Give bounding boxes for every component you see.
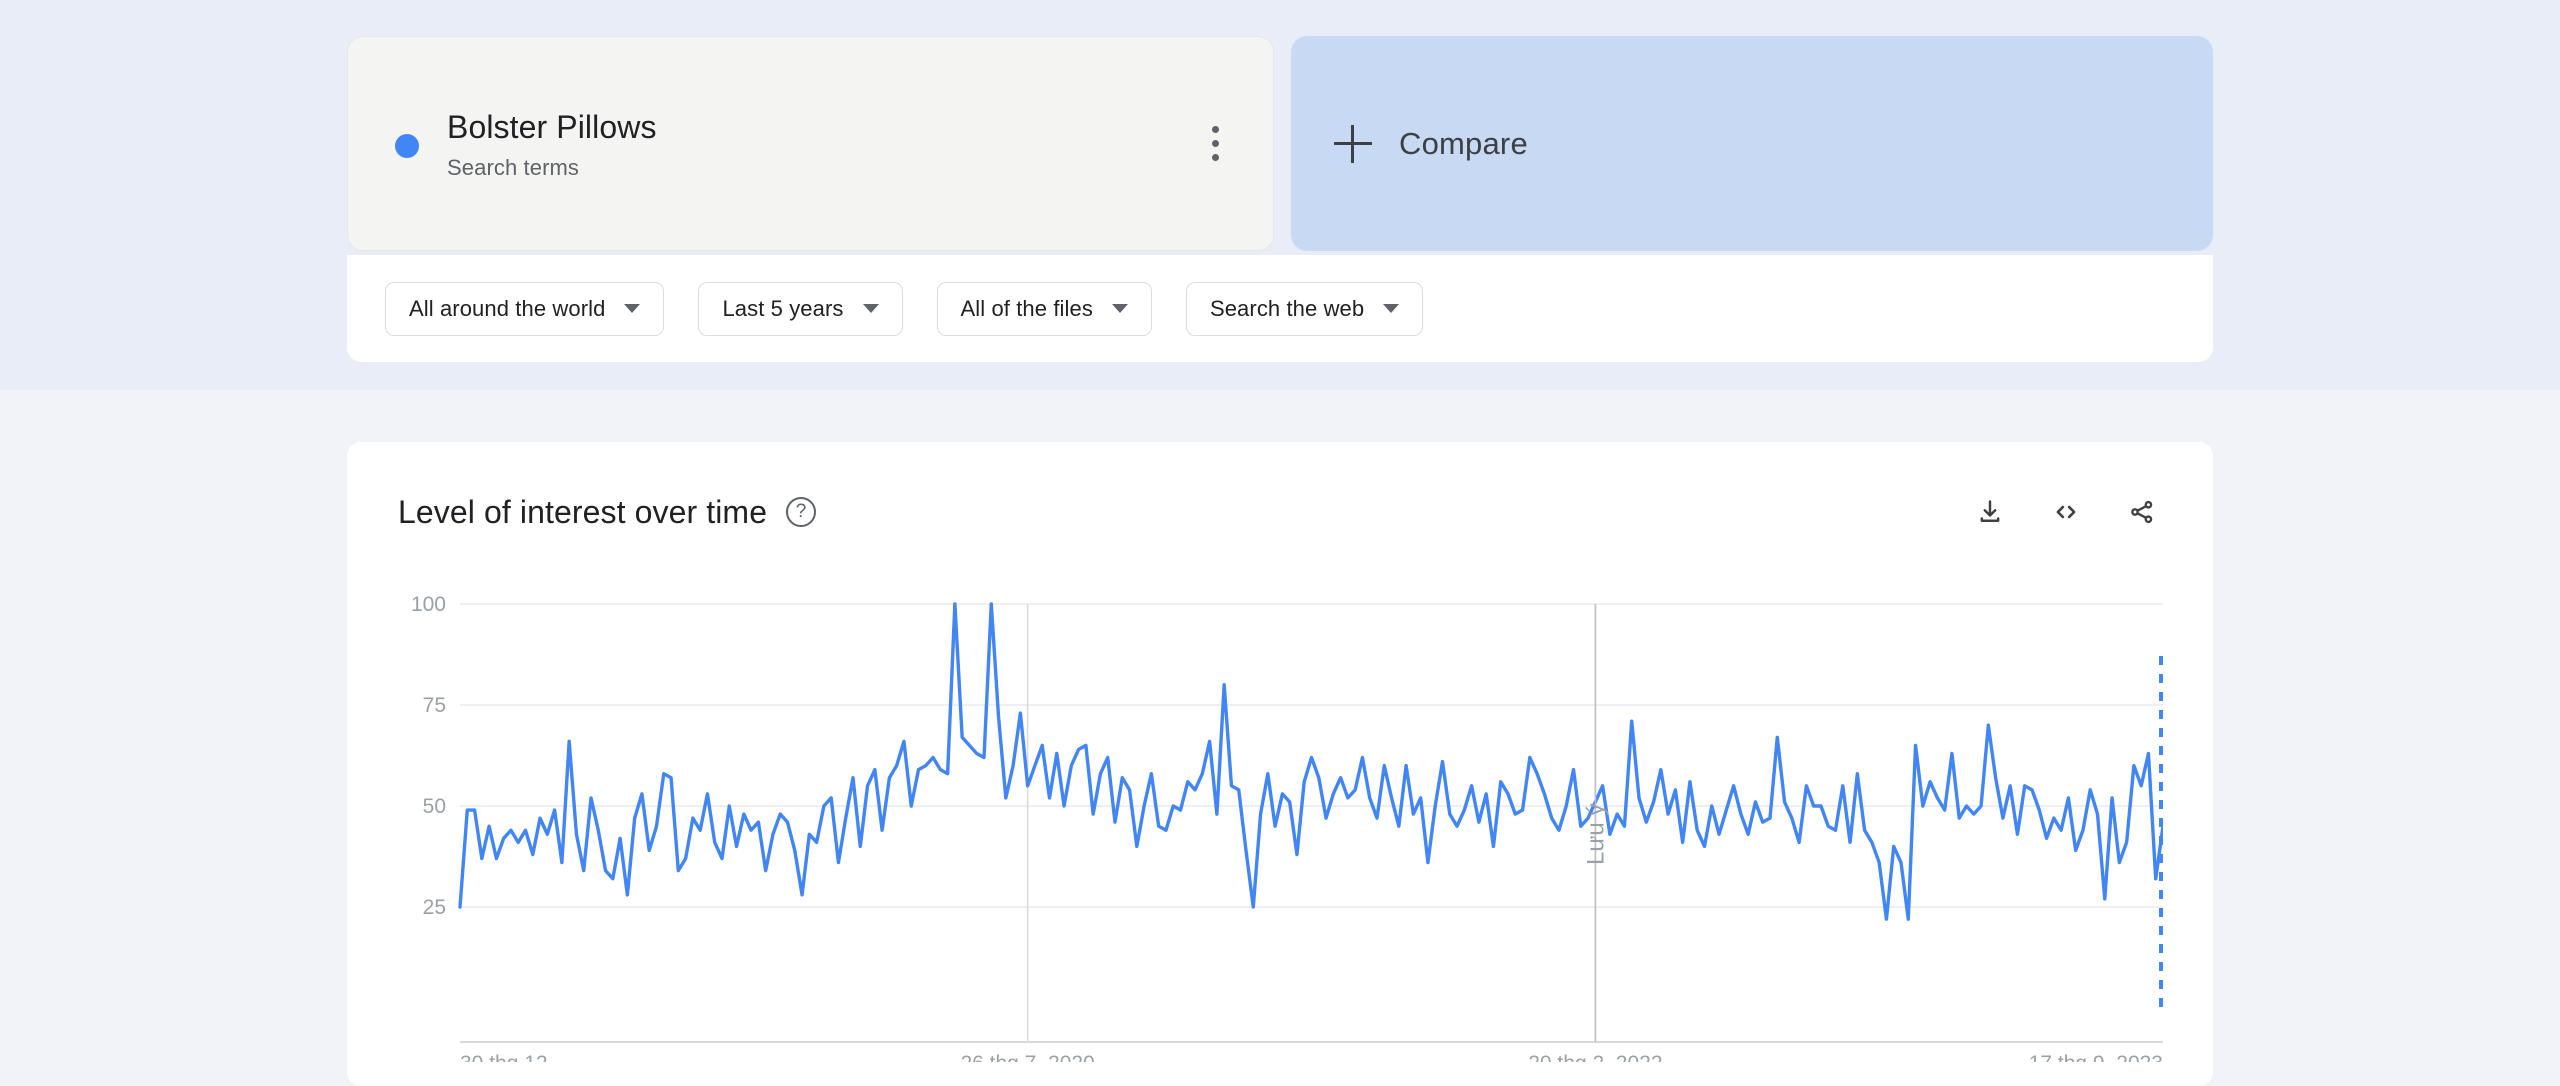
help-circle-icon[interactable]: ? [786,497,817,527]
x-axis-tick-label: 30 thg 12,… [460,1052,574,1062]
y-axis-tick-label: 75 [423,694,446,717]
y-axis-tick-label: 100 [411,593,446,616]
chevron-down-icon [1111,304,1128,313]
search-terms-row: Bolster Pillows Search terms Compare [347,36,2213,251]
embed-code-icon[interactable] [2046,492,2086,532]
kebab-dot [1211,154,1219,161]
x-axis-tick-label: 26 thg 7, 2020 [960,1052,1094,1062]
kebab-dot [1211,140,1219,147]
series-color-dot [395,133,419,158]
chevron-down-icon [624,304,641,313]
trends-line-chart[interactable]: 25 50 75 100 30 thg 12,… 26 thg 7, 2020 20 thg… [398,592,2163,1062]
filter-category[interactable]: All of the files [936,281,1152,336]
filter-bar: All around the world Last 5 years All of… [347,255,2213,362]
x-axis-tick-label: 20 thg 2, 2022 [1528,1052,1662,1062]
google-trends-page: Bolster Pillows Search terms Compare All… [0,0,2560,1086]
share-icon[interactable] [2122,492,2162,532]
search-term-subtitle: Search terms [447,154,580,180]
chart-header: Level of interest over time ? [398,486,2162,538]
chevron-down-icon [862,304,879,313]
filter-search-type[interactable]: Search the web [1185,281,1424,336]
kebab-dot [1211,126,1219,133]
search-term-text: Bolster Pillows Search terms [447,107,657,181]
compare-label: Compare [1399,125,1528,161]
chart-title-wrap: Level of interest over time ? [398,493,817,531]
filter-category-label: All of the files [960,295,1093,321]
compare-card[interactable]: Compare [1291,36,2213,251]
x-axis-tick-label: 17 thg 9, 2023 [2029,1052,2163,1062]
search-term-card[interactable]: Bolster Pillows Search terms [347,36,1274,251]
filter-time-range[interactable]: Last 5 years [698,281,903,336]
download-icon[interactable] [1970,492,2010,532]
y-axis-tick-label: 50 [423,795,446,818]
filter-search-type-label: Search the web [1209,295,1365,321]
plus-icon [1334,124,1372,163]
filter-time-range-label: Last 5 years [722,295,844,321]
annotation-label[interactable]: Lưu ý [1582,804,1609,865]
filter-region-label: All around the world [409,295,606,321]
search-term-title: Bolster Pillows [447,108,657,145]
filter-region[interactable]: All around the world [385,281,665,336]
chevron-down-icon [1383,304,1400,313]
interest-over-time-panel: Level of interest over time ? 25 50 75 1… [347,442,2213,1086]
y-axis-tick-label: 25 [423,896,446,919]
trend-line-final-segment [2154,825,2163,879]
chart-title: Level of interest over time [398,493,768,530]
trend-line [458,602,2158,921]
chart-svg: 25 50 75 100 30 thg 12,… 26 thg 7, 2020 20 thg… [411,593,2163,1062]
more-vert-icon[interactable] [1195,116,1235,172]
chart-actions [1970,492,2162,532]
